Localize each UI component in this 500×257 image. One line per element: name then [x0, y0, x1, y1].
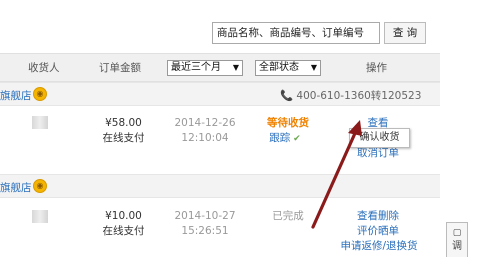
order-price: ¥10.00	[105, 210, 142, 222]
search-button[interactable]: 查 询	[384, 22, 426, 44]
track-label: 跟踪	[269, 132, 291, 144]
order-price: ¥58.00	[105, 117, 142, 129]
chat-icon: ▢	[452, 228, 462, 238]
review-order-link[interactable]: 评价晒单	[350, 224, 406, 239]
feedback-tab[interactable]: ▢ 调	[446, 222, 468, 257]
payment-method: 在线支付	[102, 225, 145, 237]
search-input[interactable]: 商品名称、商品编号、订单编号	[212, 22, 380, 44]
order-time: 15:26:51	[181, 225, 229, 237]
phone-icon: 📞	[280, 90, 294, 102]
time-filter-select[interactable]: 最近三个月 ▼	[167, 60, 243, 76]
order-shop-row: 旗舰店 ◉ 📞 400-610-1360转120523	[0, 82, 440, 106]
status-filter-select[interactable]: 全部状态 ▼	[255, 60, 321, 76]
shop-badge-icon: ◉	[33, 179, 47, 193]
track-link[interactable]: 跟踪 ✔	[268, 131, 302, 147]
shop-link[interactable]: 旗舰店	[0, 88, 32, 103]
shop-badge-icon: ◉	[33, 87, 47, 101]
search-bar: 商品名称、商品编号、订单编号 查 询	[0, 0, 500, 52]
confirm-receipt-tooltip[interactable]: 确认收货	[349, 128, 410, 148]
order-table-header: 收货人 订单金额 最近三个月 ▼ 全部状态 ▼ 操作	[0, 53, 440, 82]
time-filter-value: 最近三个月	[171, 62, 221, 73]
feedback-tab-label: 调	[452, 241, 462, 252]
chevron-down-icon: ✔	[290, 134, 301, 144]
return-exchange-link[interactable]: 申请返修/退换货	[337, 239, 421, 254]
payment-method: 在线支付	[102, 132, 145, 144]
cancel-order-link[interactable]: 取消订单	[351, 146, 405, 161]
receiver-column-header: 收货人	[28, 62, 60, 74]
receiver-name-blurred	[32, 210, 48, 223]
order-status: 等待收货	[267, 117, 309, 129]
shop-link[interactable]: 旗舰店	[0, 180, 32, 195]
order-status: 已完成	[272, 210, 304, 222]
order-date: 2014-10-27	[174, 210, 236, 222]
hotline-number: 400-610-1360转120523	[296, 90, 422, 102]
receiver-name-blurred	[32, 116, 48, 129]
view-delete-link[interactable]: 查看删除	[350, 209, 406, 224]
dropdown-arrow-icon: ▼	[232, 63, 239, 72]
order-shop-row: 旗舰店 ◉	[0, 174, 440, 198]
shop-hotline: 📞 400-610-1360转120523	[280, 88, 421, 103]
order-date: 2014-12-26	[174, 117, 236, 129]
order-item-row: ¥10.00 在线支付 2014-10-27 15:26:51 已完成 查看删除…	[0, 198, 440, 257]
amount-column-header: 订单金额	[99, 62, 141, 74]
order-time: 12:10:04	[181, 132, 229, 144]
status-filter-value: 全部状态	[259, 62, 299, 73]
dropdown-arrow-icon: ▼	[310, 63, 317, 72]
actions-column-header: 操作	[366, 62, 387, 74]
